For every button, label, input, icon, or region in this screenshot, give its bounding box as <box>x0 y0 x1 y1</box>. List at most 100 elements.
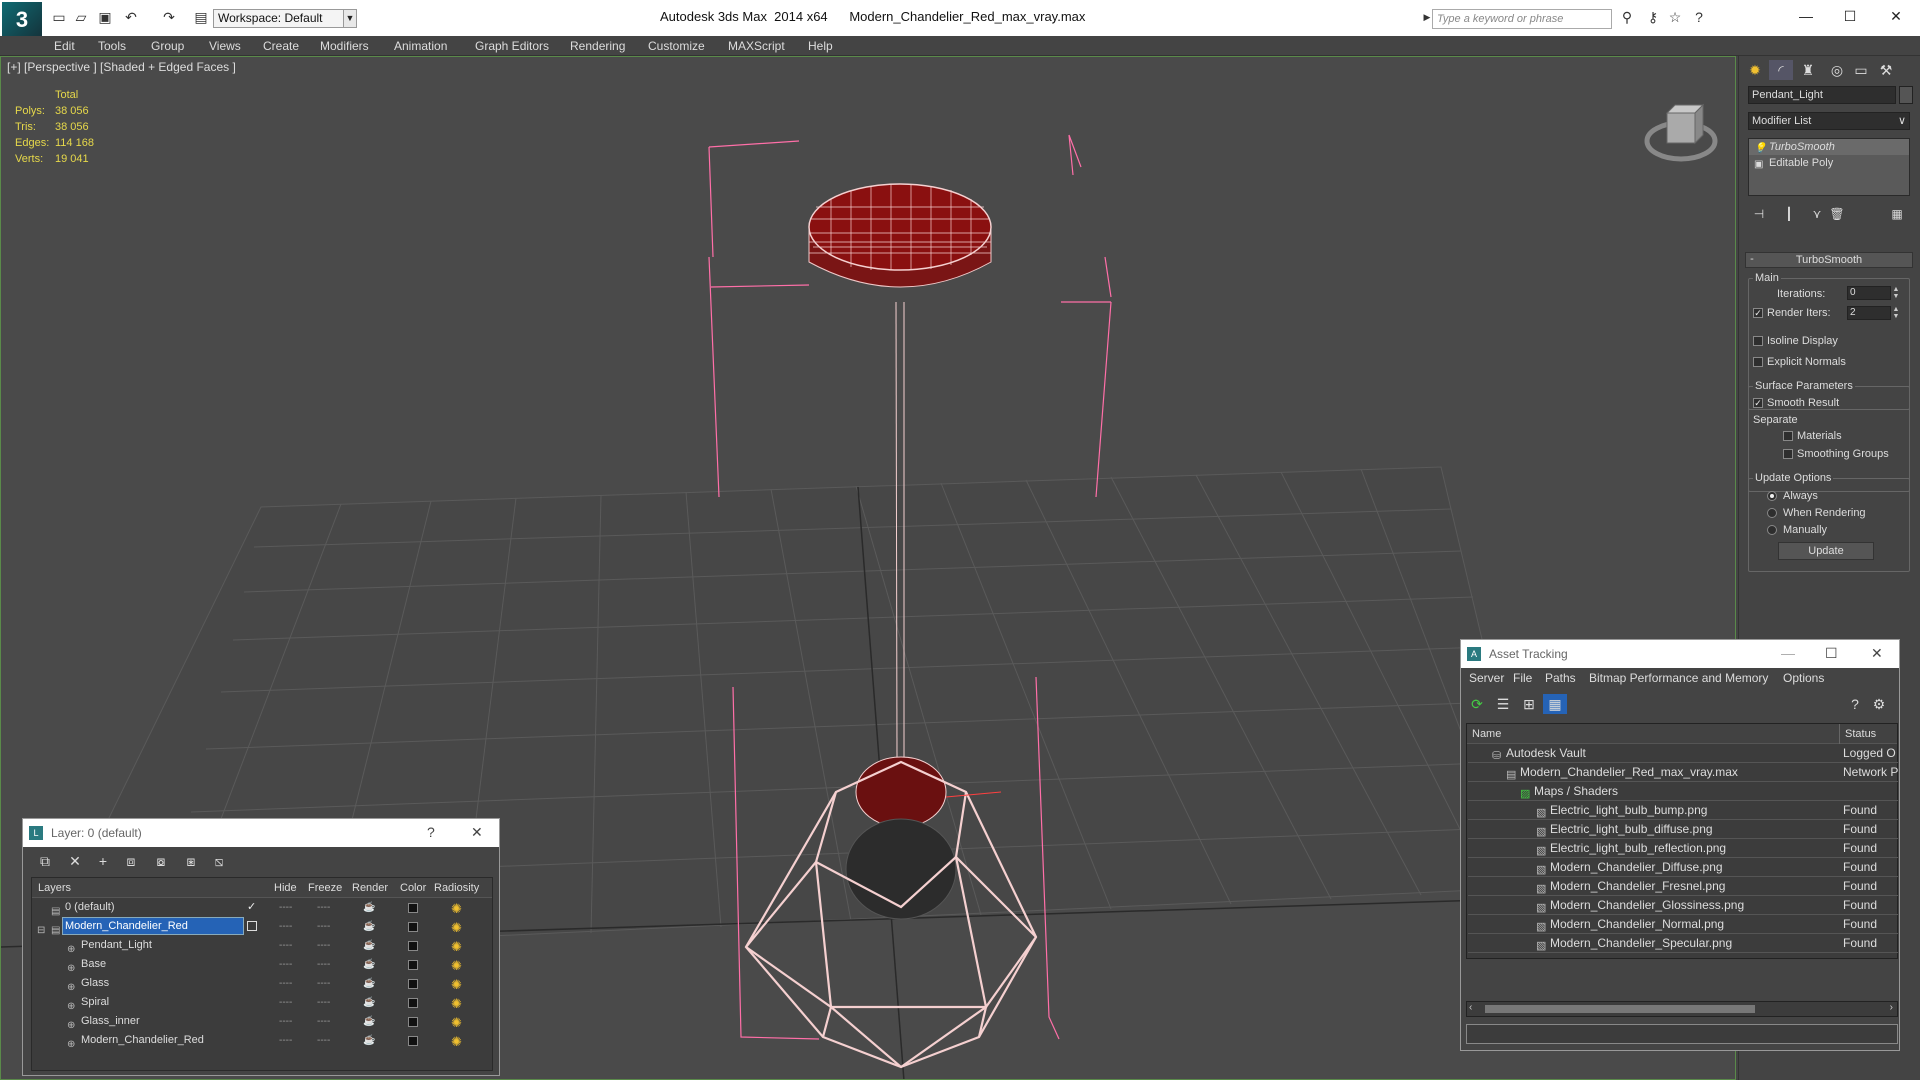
hierarchy-tab-icon[interactable]: ♜ <box>1796 60 1820 80</box>
layer-name[interactable]: Modern_Chandelier_Red <box>62 917 244 935</box>
asset-menu-server[interactable]: Server <box>1469 671 1504 685</box>
current-layer-check-icon[interactable]: ✓ <box>247 898 256 917</box>
materials-checkbox[interactable] <box>1783 431 1793 441</box>
menu-maxscript[interactable]: MAXScript <box>728 39 785 53</box>
maximize-button[interactable]: ☐ <box>1825 645 1838 662</box>
col-color[interactable]: Color <box>400 882 426 894</box>
menu-graph-editors[interactable]: Graph Editors <box>475 39 549 53</box>
asset-menu-file[interactable]: File <box>1513 671 1532 685</box>
table-view-icon[interactable]: ▦ <box>1543 694 1567 714</box>
menu-animation[interactable]: Animation <box>394 39 447 53</box>
freeze-toggle[interactable]: ---- <box>317 936 330 955</box>
modifier-stack[interactable]: 💡 TurboSmooth ▣ Editable Poly <box>1748 138 1910 196</box>
layer-row[interactable]: ⊟ ▤ Modern_Chandelier_Red ---- ---- ☕ ✺ <box>33 917 491 936</box>
stack-item-editable-poly[interactable]: ▣ Editable Poly <box>1749 155 1909 171</box>
layer-name[interactable]: Spiral <box>79 994 111 1010</box>
render-teapot-icon[interactable]: ☕ <box>363 898 375 917</box>
hide-toggle[interactable]: ---- <box>279 917 292 936</box>
col-radiosity[interactable]: Radiosity <box>434 882 479 894</box>
col-render[interactable]: Render <box>352 882 388 894</box>
close-icon[interactable]: ✕ <box>1871 645 1883 662</box>
close-button[interactable]: ✕ <box>1876 4 1916 28</box>
viewport-label[interactable]: [+] [Perspective ] [Shaded + Edged Faces… <box>7 60 236 74</box>
render-teapot-icon[interactable]: ☕ <box>363 955 375 974</box>
menu-edit[interactable]: Edit <box>54 39 75 53</box>
freeze-toggle[interactable]: ---- <box>317 1012 330 1031</box>
layer-name[interactable]: Pendant_Light <box>79 937 154 953</box>
manually-radio[interactable] <box>1767 525 1777 535</box>
radiosity-icon[interactable]: ✺ <box>451 899 462 918</box>
layer-row[interactable]: ⊕ Glass_inner ---- ---- ☕ ✺ <box>33 1012 491 1031</box>
horizontal-scrollbar[interactable]: ‹ › <box>1466 1001 1898 1017</box>
iterations-spinner[interactable]: 0 <box>1847 286 1891 300</box>
viewcube-icon[interactable] <box>1641 91 1721 171</box>
asset-row[interactable]: ▤ Modern_Chandelier_Red_max_vray.max Netwo… <box>1468 763 1898 782</box>
highlight-layer-icon[interactable]: ⧇ <box>149 851 173 871</box>
asset-row[interactable]: ▨ Maps / Shaders <box>1468 782 1898 801</box>
new-file-icon[interactable]: ▭ <box>50 9 68 25</box>
create-layer-icon[interactable]: ⧉ <box>33 851 57 871</box>
when-rendering-radio[interactable] <box>1767 508 1777 518</box>
col-hide[interactable]: Hide <box>274 882 297 894</box>
layer-row[interactable]: ⊕ Pendant_Light ---- ---- ☕ ✺ <box>33 936 491 955</box>
radiosity-icon[interactable]: ✺ <box>451 1013 462 1032</box>
layer-window-titlebar[interactable]: L Layer: 0 (default) ? ✕ <box>23 819 499 847</box>
remove-modifier-icon[interactable]: 🗑 <box>1826 204 1848 224</box>
scrollbar-thumb[interactable] <box>1485 1005 1755 1013</box>
col-status[interactable]: Status <box>1845 728 1876 740</box>
help-icon[interactable]: ? <box>1843 694 1867 714</box>
smooth-result-checkbox[interactable]: ✓ <box>1753 398 1763 408</box>
freeze-toggle[interactable]: ---- <box>317 898 330 917</box>
layer-name[interactable]: Base <box>79 956 108 972</box>
color-swatch[interactable] <box>408 998 418 1008</box>
current-layer-box-icon[interactable] <box>247 921 257 931</box>
explicit-normals-checkbox[interactable] <box>1753 357 1763 367</box>
radiosity-icon[interactable]: ✺ <box>451 918 462 937</box>
maximize-button[interactable]: ☐ <box>1830 4 1870 28</box>
menu-customize[interactable]: Customize <box>648 39 705 53</box>
col-name[interactable]: Name <box>1472 728 1501 740</box>
stack-item-turbosmooth[interactable]: 💡 TurboSmooth <box>1749 139 1909 155</box>
isoline-display-checkbox[interactable] <box>1753 336 1763 346</box>
layer-name[interactable]: Modern_Chandelier_Red <box>79 1032 206 1048</box>
help-button[interactable]: ? <box>427 824 435 840</box>
color-swatch[interactable] <box>408 979 418 989</box>
project-folder-icon[interactable]: ▤ <box>192 9 210 25</box>
utilities-tab-icon[interactable]: ⚒ <box>1874 60 1898 80</box>
render-teapot-icon[interactable]: ☕ <box>363 993 375 1012</box>
radiosity-icon[interactable]: ✺ <box>451 937 462 956</box>
hide-toggle[interactable]: ---- <box>279 974 292 993</box>
modifier-list-dropdown[interactable]: Modifier List ∨ <box>1748 112 1910 130</box>
update-button[interactable]: Update <box>1778 542 1874 560</box>
color-swatch[interactable] <box>408 960 418 970</box>
modify-tab-icon[interactable]: ◜ <box>1769 60 1793 80</box>
asset-row[interactable]: ▧ Modern_Chandelier_Normal.png Found <box>1468 915 1898 934</box>
layer-row[interactable]: ⊕ Glass ---- ---- ☕ ✺ <box>33 974 491 993</box>
asset-menu-options[interactable]: Options <box>1783 671 1824 685</box>
col-freeze[interactable]: Freeze <box>308 882 342 894</box>
show-end-result-icon[interactable]: ┃ <box>1778 204 1800 224</box>
delete-layer-icon[interactable]: ✕ <box>63 851 87 871</box>
render-teapot-icon[interactable]: ☕ <box>363 917 375 936</box>
collapse-minus-icon[interactable]: - <box>1745 252 1759 266</box>
layer-name[interactable]: 0 (default) <box>63 899 117 915</box>
expand-plus-icon[interactable]: ▣ <box>1754 157 1763 173</box>
menu-help[interactable]: Help <box>808 39 833 53</box>
render-iters-checkbox[interactable]: ✓ <box>1753 308 1763 318</box>
turbosmooth-rollout-header[interactable]: TurboSmooth <box>1745 252 1913 268</box>
layer-row[interactable]: ⊕ Spiral ---- ---- ☕ ✺ <box>33 993 491 1012</box>
asset-row[interactable]: ▧ Modern_Chandelier_Glossiness.png Found <box>1468 896 1898 915</box>
asset-row[interactable]: ▧ Electric_light_bulb_bump.png Found <box>1468 801 1898 820</box>
radiosity-icon[interactable]: ✺ <box>451 1032 462 1051</box>
asset-row[interactable]: ▧ Modern_Chandelier_Fresnel.png Found <box>1468 877 1898 896</box>
settings-icon[interactable]: ⚙ <box>1867 694 1891 714</box>
asset-row[interactable]: ▧ Electric_light_bulb_reflection.png Found <box>1468 839 1898 858</box>
object-color-swatch[interactable] <box>1899 86 1913 104</box>
menu-modifiers[interactable]: Modifiers <box>320 39 369 53</box>
hide-toggle[interactable]: ---- <box>279 955 292 974</box>
scroll-left-icon[interactable]: ‹ <box>1469 1002 1472 1013</box>
asset-row[interactable]: ▧ Modern_Chandelier_Diffuse.png Found <box>1468 858 1898 877</box>
hide-all-icon[interactable]: ⧆ <box>179 851 203 871</box>
pin-stack-icon[interactable]: ⊣ <box>1748 204 1770 224</box>
render-teapot-icon[interactable]: ☕ <box>363 936 375 955</box>
